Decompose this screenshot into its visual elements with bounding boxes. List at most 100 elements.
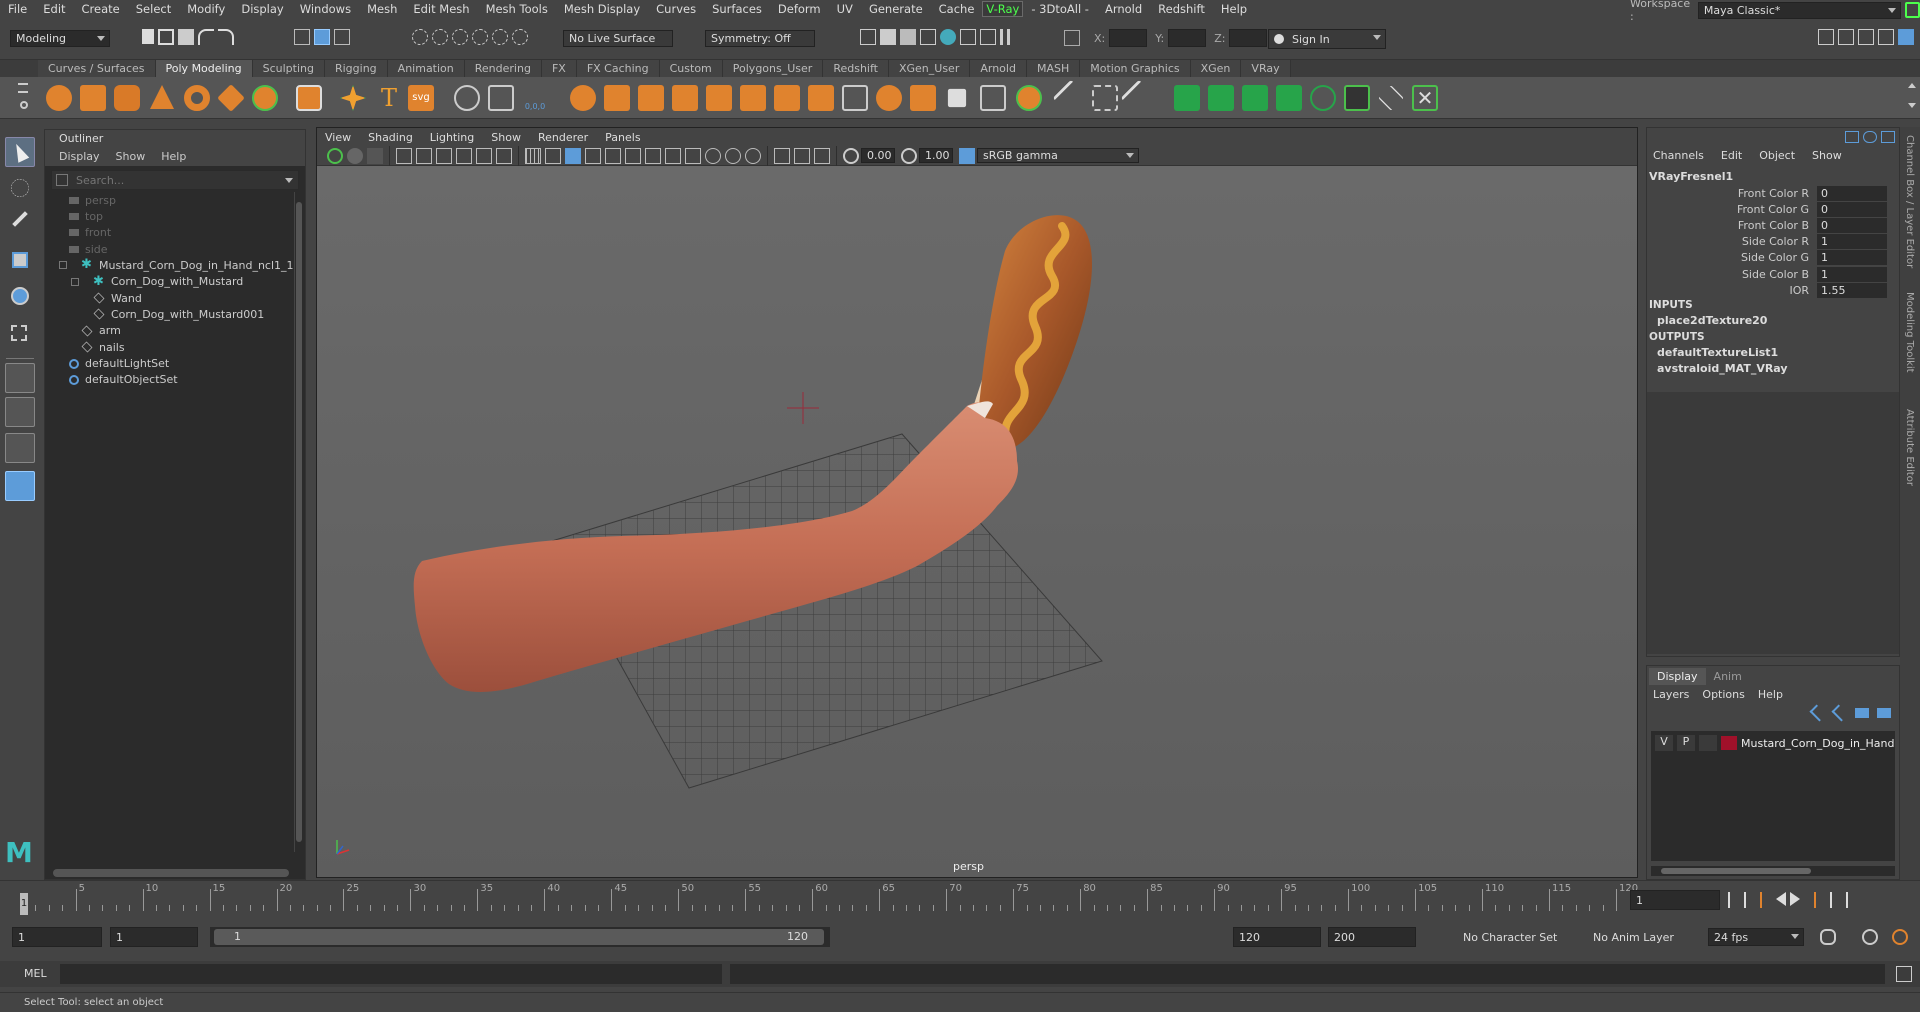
outliner-item[interactable]: Wand <box>93 290 142 306</box>
single-perspective-view-icon[interactable] <box>5 363 35 393</box>
shelf-tab-rendering[interactable]: Rendering <box>464 60 542 77</box>
channel-box-menu-object[interactable]: Object <box>1759 149 1795 162</box>
menu-surfaces[interactable]: Surfaces <box>704 2 770 16</box>
paint-select-tool-icon[interactable] <box>5 209 35 239</box>
menu-v-ray[interactable]: V-Ray <box>982 0 1024 17</box>
animation-end-field[interactable]: 200 <box>1328 927 1416 947</box>
shelf-tab-fx[interactable]: FX <box>541 60 577 77</box>
outliner-menu-show[interactable]: Show <box>116 150 146 163</box>
resolution-gate-icon[interactable] <box>416 147 432 164</box>
safe-title-icon[interactable] <box>496 147 512 164</box>
shadows-icon[interactable] <box>645 147 661 164</box>
field-chart-icon[interactable] <box>456 147 472 164</box>
viewport-menu-lighting[interactable]: Lighting <box>430 131 474 144</box>
modeling-toolkit-icon[interactable] <box>1818 29 1834 45</box>
script-editor-icon[interactable] <box>1896 966 1912 982</box>
layer-row[interactable]: V P Mustard_Corn_Dog_in_Hand <box>1651 734 1895 752</box>
x-field[interactable] <box>1109 29 1148 47</box>
make-hole-icon[interactable] <box>774 85 800 111</box>
menu-help[interactable]: Help <box>1213 2 1255 16</box>
tool-settings-icon[interactable] <box>1878 29 1894 45</box>
move-layer-up-icon[interactable] <box>1809 704 1827 722</box>
layer-menu-layers[interactable]: Layers <box>1653 688 1689 701</box>
current-frame-field[interactable]: 1 <box>1630 890 1720 910</box>
select-object-icon[interactable] <box>314 29 330 45</box>
channel-box-key-icon[interactable] <box>1845 131 1859 143</box>
channel-attribute-value[interactable]: 1.55 <box>1817 282 1887 298</box>
poly-cube-icon[interactable] <box>80 85 106 111</box>
menu-3dtoall[interactable]: - 3DtoAll - <box>1023 2 1097 16</box>
play-backwards-icon[interactable] <box>1776 892 1786 906</box>
target-weld-icon[interactable] <box>876 85 902 111</box>
outliner-item[interactable]: arm <box>81 323 121 339</box>
hud-icon[interactable] <box>814 147 830 164</box>
outliner-item[interactable]: ✱ Corn_Dog_with_Mustard <box>71 274 243 290</box>
render-settings-icon[interactable] <box>920 29 936 45</box>
channel-attribute-value[interactable]: 0 <box>1817 201 1887 217</box>
layer-menu-options[interactable]: Options <box>1702 688 1744 701</box>
bool-intersection-icon[interactable] <box>1242 85 1268 111</box>
channel-attribute-row[interactable]: IOR 1.55 <box>1647 282 1897 298</box>
outliner-hscrollbar[interactable] <box>53 869 289 877</box>
anim-layer-dropdown[interactable]: No Anim Layer <box>1588 928 1688 946</box>
playback-start-field[interactable]: 1 <box>110 927 198 947</box>
output-node[interactable]: defaultTextureList1 <box>1657 346 1788 362</box>
scrollbar-thumb[interactable] <box>1661 868 1811 874</box>
sign-in-button[interactable]: Sign In <box>1268 29 1386 49</box>
render-region-icon[interactable] <box>860 29 876 45</box>
shelf-tab-sculpting[interactable]: Sculpting <box>252 60 325 77</box>
outliner-item[interactable]: Corn_Dog_with_Mustard001 <box>93 306 264 322</box>
playback-end-field[interactable]: 120 <box>1233 927 1321 947</box>
multi-cut-icon[interactable] <box>842 85 868 111</box>
outliner-item[interactable]: top <box>69 208 103 224</box>
lasso-tool-icon[interactable] <box>11 179 29 197</box>
append-icon[interactable] <box>706 85 732 111</box>
channel-attribute-value[interactable]: 0 <box>1817 217 1887 233</box>
outliner-view-icon[interactable] <box>5 471 35 501</box>
menu-display[interactable]: Display <box>233 2 291 16</box>
shelf-options-icon[interactable] <box>20 101 28 109</box>
z-field[interactable] <box>1229 29 1268 47</box>
snap-grid-icon[interactable] <box>412 29 428 45</box>
shelf-tab-motion-graphics[interactable]: Motion Graphics <box>1080 60 1191 77</box>
attribute-editor-icon[interactable] <box>1858 29 1874 45</box>
time-slider[interactable]: 5 10 15 20 25 30 35 40 45 50 55 60 65 70 75 80 85 90 95 100… <box>0 880 1920 918</box>
antialiasing-icon[interactable] <box>725 147 741 164</box>
xray-joints-icon[interactable] <box>685 147 701 164</box>
channel-attribute-value[interactable]: 0 <box>1817 185 1887 201</box>
command-language-label[interactable]: MEL <box>24 967 47 980</box>
outliner-item[interactable]: defaultObjectSet <box>69 372 178 388</box>
undo-icon[interactable] <box>198 29 214 45</box>
bool-difference-icon[interactable] <box>1208 85 1234 111</box>
outliner-item[interactable]: side <box>69 241 108 257</box>
depth-of-field-icon[interactable] <box>745 147 761 164</box>
new-scene-icon[interactable] <box>142 29 154 44</box>
select-tool-icon[interactable] <box>5 137 35 167</box>
render-frame-icon[interactable] <box>880 29 896 45</box>
anim-preferences-icon[interactable] <box>1892 929 1908 945</box>
four-view-icon[interactable] <box>5 397 35 427</box>
smooth-icon[interactable] <box>570 85 596 111</box>
channel-attribute-value[interactable]: 1 <box>1817 250 1887 266</box>
type-tool-icon[interactable]: T <box>376 85 402 111</box>
play-forwards-icon[interactable] <box>1790 892 1800 906</box>
select-hierarchy-icon[interactable] <box>294 29 310 45</box>
exposure-field[interactable]: 0.00 <box>861 148 895 163</box>
collapse-icon[interactable] <box>71 277 79 286</box>
vray-stop-icon[interactable] <box>980 29 996 45</box>
shelf-tab-custom[interactable]: Custom <box>659 60 723 77</box>
side-tab-channel-box[interactable]: Channel Box / Layer Editor <box>1904 135 1915 268</box>
viewport-menu-panels[interactable]: Panels <box>605 131 640 144</box>
outliner-item[interactable]: nails <box>81 339 125 355</box>
workspace-dropdown[interactable]: Maya Classic* <box>1697 1 1901 19</box>
gamma-icon[interactable] <box>901 147 917 164</box>
bookmark-icon[interactable] <box>347 147 363 164</box>
fps-dropdown[interactable]: 24 fps <box>1708 928 1804 946</box>
outliner-menu-help[interactable]: Help <box>161 150 186 163</box>
menu-file[interactable]: File <box>0 2 35 16</box>
bool-union-icon[interactable] <box>1174 85 1200 111</box>
persp-outliner-view-icon[interactable] <box>5 433 35 463</box>
snap-curve-icon[interactable] <box>432 29 448 45</box>
retopo-icon[interactable] <box>1310 85 1336 111</box>
loop-icon[interactable] <box>1820 929 1836 945</box>
